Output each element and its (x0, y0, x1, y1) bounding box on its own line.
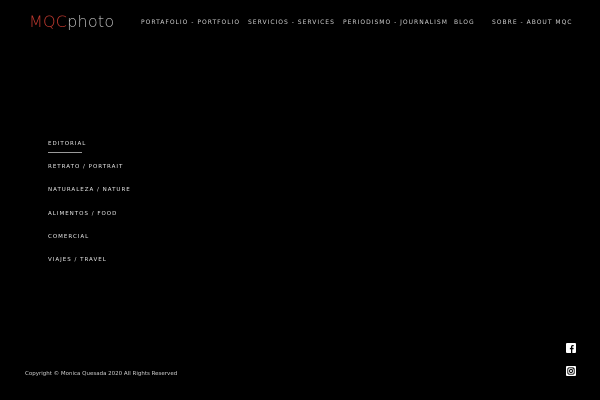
nav-item-about[interactable]: SOBRE - ABOUT MQC (492, 19, 572, 26)
nav-item-services[interactable]: SERVICIOS - SERVICES (248, 19, 335, 26)
footer-copyright: Copyright © Monica Quesada 2020 All Righ… (25, 371, 178, 377)
menu-item-editorial[interactable]: EDITORIAL (48, 141, 86, 153)
nav-item-portfolio[interactable]: PORTAFOLIO - PORTFOLIO (141, 19, 240, 26)
menu-item-travel[interactable]: VIAJES / TRAVEL (48, 257, 107, 263)
site-header: MQC photo PORTAFOLIO - PORTFOLIO SERVICI… (0, 0, 600, 44)
instagram-icon[interactable] (566, 366, 576, 376)
menu-item-food[interactable]: ALIMENTOS / FOOD (48, 211, 117, 217)
nav-item-journalism[interactable]: PERIODISMO - JOURNALISM (343, 19, 448, 26)
main-nav: PORTAFOLIO - PORTFOLIO SERVICIOS - SERVI… (0, 19, 600, 31)
facebook-icon[interactable] (566, 343, 576, 353)
menu-item-nature[interactable]: NATURALEZA / NATURE (48, 187, 131, 193)
nav-item-blog[interactable]: BLOG (454, 19, 475, 26)
menu-item-commercial[interactable]: COMERCIAL (48, 234, 89, 240)
menu-item-portrait[interactable]: RETRATO / PORTRAIT (48, 164, 123, 170)
